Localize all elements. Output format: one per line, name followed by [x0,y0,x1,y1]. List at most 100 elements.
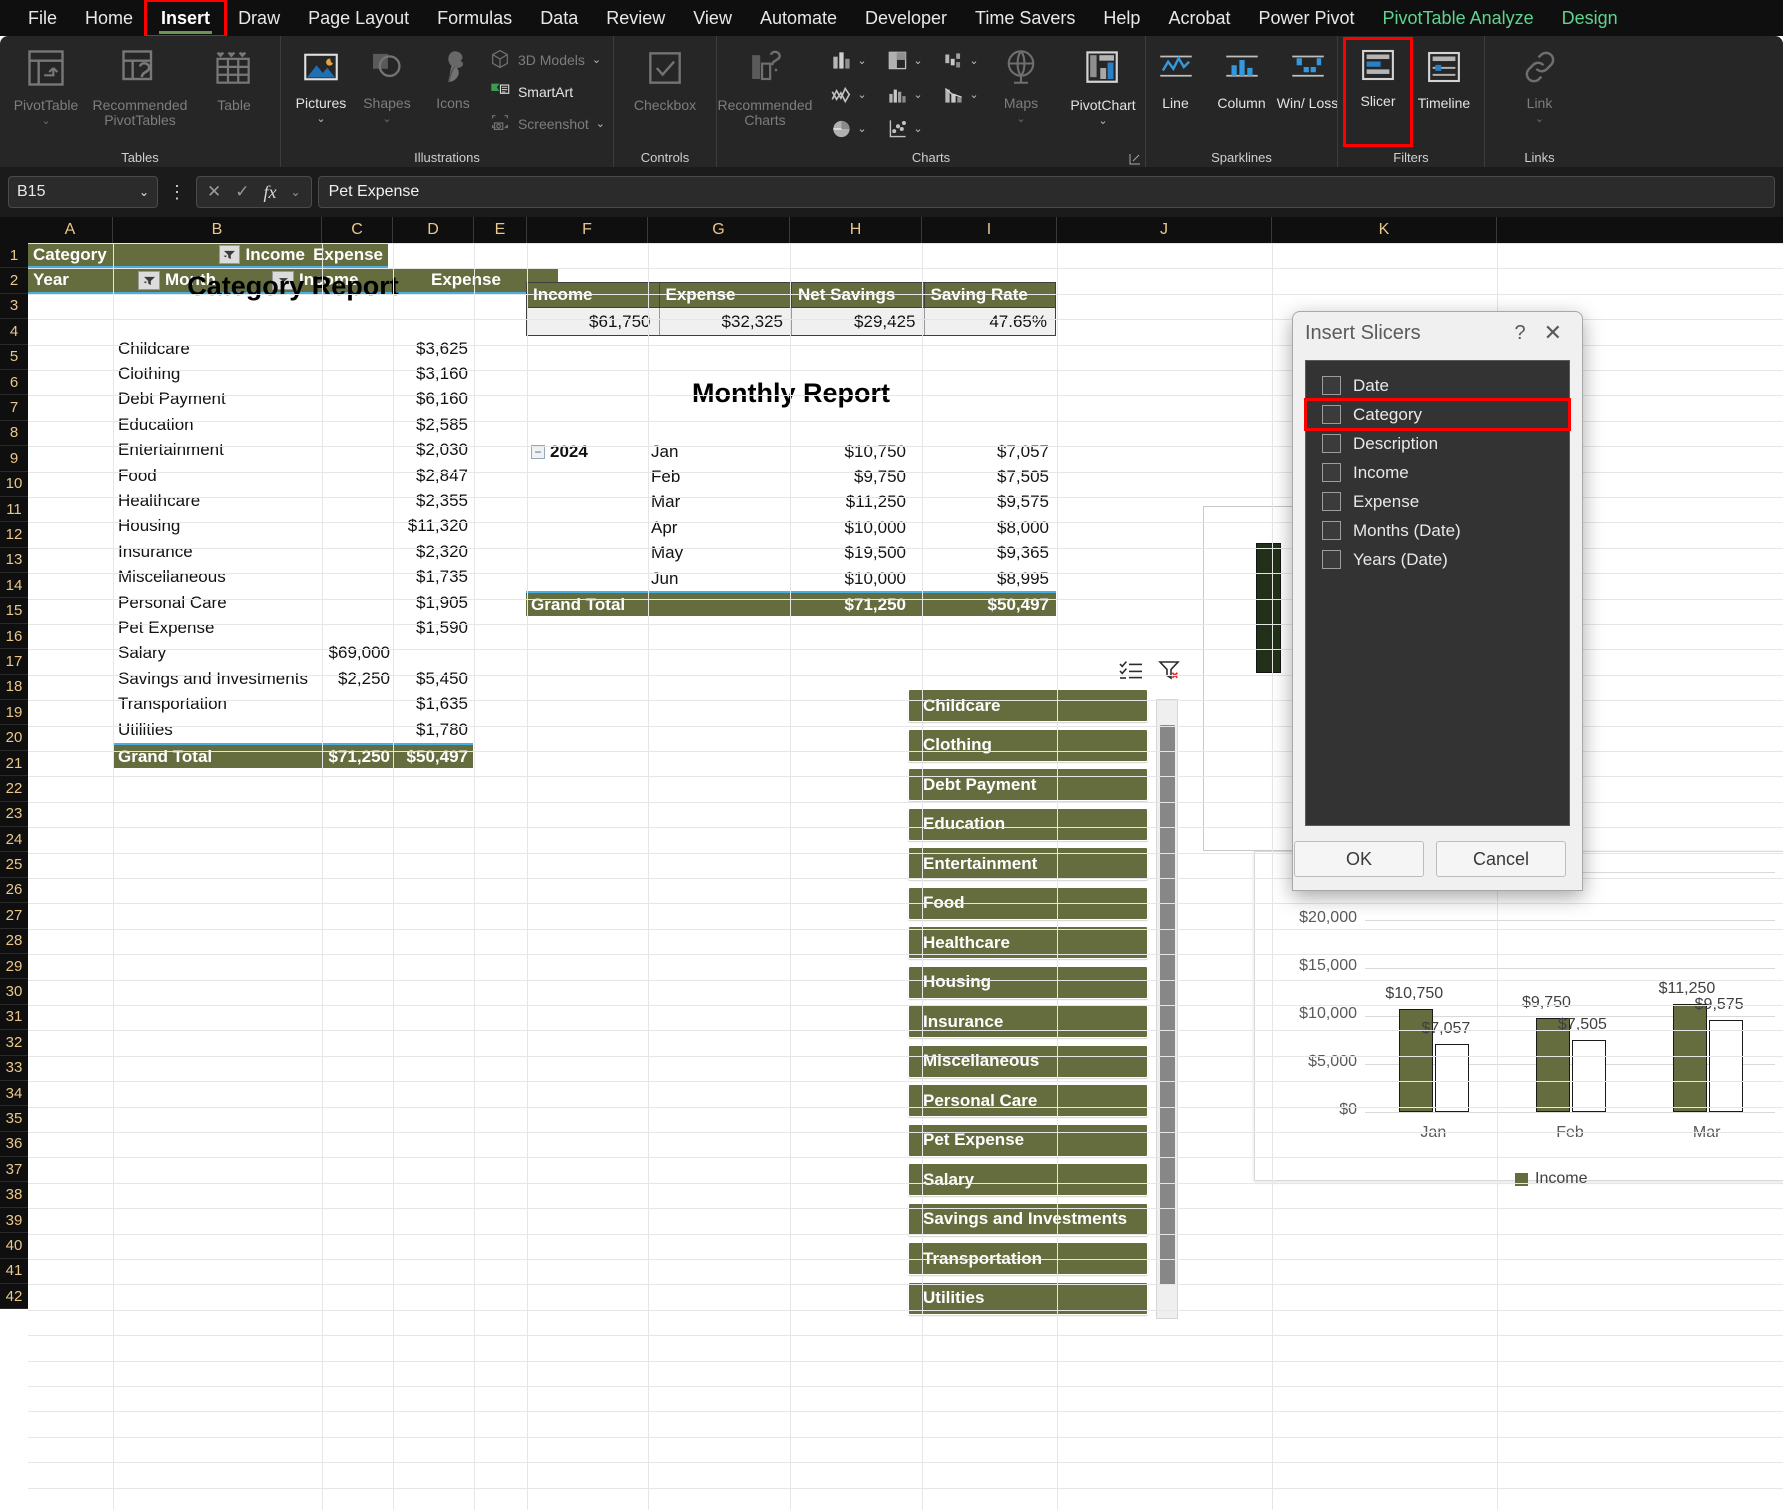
ribbon-tab-page-layout[interactable]: Page Layout [294,2,423,35]
checkbox-icon[interactable] [1322,405,1341,424]
ribbon-tab-formulas[interactable]: Formulas [423,2,526,35]
chevron-down-icon[interactable]: ⌄ [857,123,866,135]
chevron-down-icon[interactable]: ⌄ [1098,115,1107,127]
table-row[interactable]: −2024 Jan $10,750 $7,057 [526,439,1056,465]
slicer-item-salary[interactable]: Salary [908,1163,1148,1196]
ribbon-tab-help[interactable]: Help [1089,2,1154,35]
row-header-9[interactable]: 9 [0,446,28,472]
row-header-3[interactable]: 3 [0,294,28,320]
clear-filter-icon[interactable] [1158,659,1184,686]
column-header-J[interactable]: J [1057,217,1272,243]
checkbox-icon[interactable] [1322,492,1341,511]
row-header-2[interactable]: 2 [0,268,28,294]
shapes-button[interactable]: Shapes ⌄ [355,40,419,125]
timeline-button[interactable]: Timeline [1412,40,1476,111]
formula-input[interactable]: Pet Expense [317,176,1775,208]
sparkline-line-button[interactable]: Line [1144,40,1208,111]
table-row[interactable]: Utilities $1,780 [113,717,473,743]
chevron-down-icon[interactable]: ⌄ [857,89,866,101]
slicer-item-debt-payment[interactable]: Debt Payment [908,768,1148,801]
table-row[interactable]: Debt Payment $6,160 [113,386,473,413]
chevron-down-icon[interactable]: ⌄ [913,89,922,101]
chevron-down-icon[interactable]: ⌄ [316,113,325,125]
help-icon[interactable]: ? [1504,322,1535,345]
row-header-32[interactable]: 32 [0,1030,28,1056]
ribbon-tab-view[interactable]: View [679,2,746,35]
icons-button[interactable]: Icons [421,40,485,111]
row-header-34[interactable]: 34 [0,1081,28,1107]
slicer-field-list[interactable]: Date Category Description Income Expense Mont… [1304,360,1571,826]
row-header-14[interactable]: 14 [0,573,28,599]
row-header-5[interactable]: 5 [0,345,28,370]
ribbon-tab-acrobat[interactable]: Acrobat [1154,2,1244,35]
row-header-25[interactable]: 25 [0,852,28,878]
slicer-item-education[interactable]: Education [908,807,1148,841]
ribbon-tab-review[interactable]: Review [592,2,679,35]
recommended-charts-button[interactable]: Recommended Charts [711,40,819,127]
row-header-18[interactable]: 18 [0,675,28,701]
row-header-12[interactable]: 12 [0,522,28,548]
row-header-8[interactable]: 8 [0,421,28,447]
ok-button[interactable]: OK [1294,841,1424,877]
close-icon[interactable]: ✕ [1536,320,1570,346]
row-header-23[interactable]: 23 [0,802,28,827]
row-header-31[interactable]: 31 [0,1005,28,1031]
smartart-button[interactable]: SmartArt [487,76,605,108]
column-header-G[interactable]: G [648,217,790,243]
table-row[interactable]: Pet Expense $1,590 [113,615,473,641]
table-row[interactable]: Personal Care $1,905 [113,590,473,616]
row-header-24[interactable]: 24 [0,827,28,853]
ribbon-tab-data[interactable]: Data [526,2,592,35]
ribbon-tab-bar[interactable]: File Home Insert Draw Page Layout Formul… [0,0,1783,38]
row-header-19[interactable]: 19 [0,700,28,726]
column-header-A[interactable]: A [28,217,113,243]
pivottable-button[interactable]: PivotTable ⌄ [0,40,92,127]
chevron-down-icon[interactable]: ⌄ [1016,113,1025,125]
row-header-38[interactable]: 38 [0,1182,28,1208]
row-header-4[interactable]: 4 [0,319,28,345]
column-header-C[interactable]: C [322,217,393,243]
formula-bar-overflow-icon[interactable]: ⋮ [164,182,190,203]
table-row[interactable]: Insurance $2,320 [113,539,473,565]
table-row[interactable]: Education $2,585 [113,412,473,438]
row-header-36[interactable]: 36 [0,1132,28,1158]
hierarchy-chart-button[interactable]: ⌄ [877,44,931,78]
slicer-field-category[interactable]: Category [1304,398,1571,431]
slicer-item-pet-expense[interactable]: Pet Expense [908,1123,1148,1157]
insert-slicers-dialog[interactable]: Insert Slicers ? ✕ Date Category Descripti… [1292,311,1583,891]
charts-dialog-launcher[interactable] [1129,153,1141,165]
link-button[interactable]: Link ⌄ [1508,40,1572,125]
ribbon-tab-home[interactable]: Home [71,2,147,35]
slicer-item-clothing[interactable]: Clothing [908,728,1148,762]
name-box[interactable]: B15 ⌄ [8,176,158,208]
table-row[interactable]: Housing $11,320 [113,513,473,540]
chevron-down-icon[interactable]: ⌄ [913,123,922,135]
column-header-H[interactable]: H [790,217,922,243]
row-header-27[interactable]: 27 [0,903,28,929]
checkbox-button[interactable]: Checkbox [619,40,711,113]
ribbon-tab-file[interactable]: File [14,2,71,35]
pictures-button[interactable]: Pictures ⌄ [289,40,353,125]
row-header-30[interactable]: 30 [0,979,28,1005]
ribbon-tab-developer[interactable]: Developer [851,2,961,35]
slicer-item-housing[interactable]: Housing [908,965,1148,999]
ribbon-tab-pivottable-analyze[interactable]: PivotTable Analyze [1369,2,1548,35]
statistic-chart-button[interactable]: ⌄ [877,78,931,112]
checkbox-icon[interactable] [1322,376,1341,395]
scatter-chart-button[interactable]: ⌄ [877,112,931,146]
row-header-22[interactable]: 22 [0,776,28,802]
row-header-16[interactable]: 16 [0,624,28,650]
chevron-down-icon[interactable]: ⌄ [291,185,301,199]
row-header-42[interactable]: 42 [0,1284,28,1310]
line-chart-button[interactable]: ⌄ [821,78,875,112]
sparkline-column-button[interactable]: Column [1210,40,1274,111]
chevron-down-icon[interactable]: ⌄ [41,115,50,127]
column-header-K[interactable]: K [1272,217,1497,243]
slicer-field-expense[interactable]: Expense [1306,487,1569,516]
table-row[interactable]: Savings and Investments $2,250 $5,450 [113,666,473,692]
row-header-35[interactable]: 35 [0,1106,28,1132]
ribbon-tab-design[interactable]: Design [1548,2,1632,35]
table-button[interactable]: Table [188,40,280,113]
row-header-1[interactable]: 1 [0,243,28,269]
recommended-pivottables-button[interactable]: Recommended PivotTables [93,40,187,127]
